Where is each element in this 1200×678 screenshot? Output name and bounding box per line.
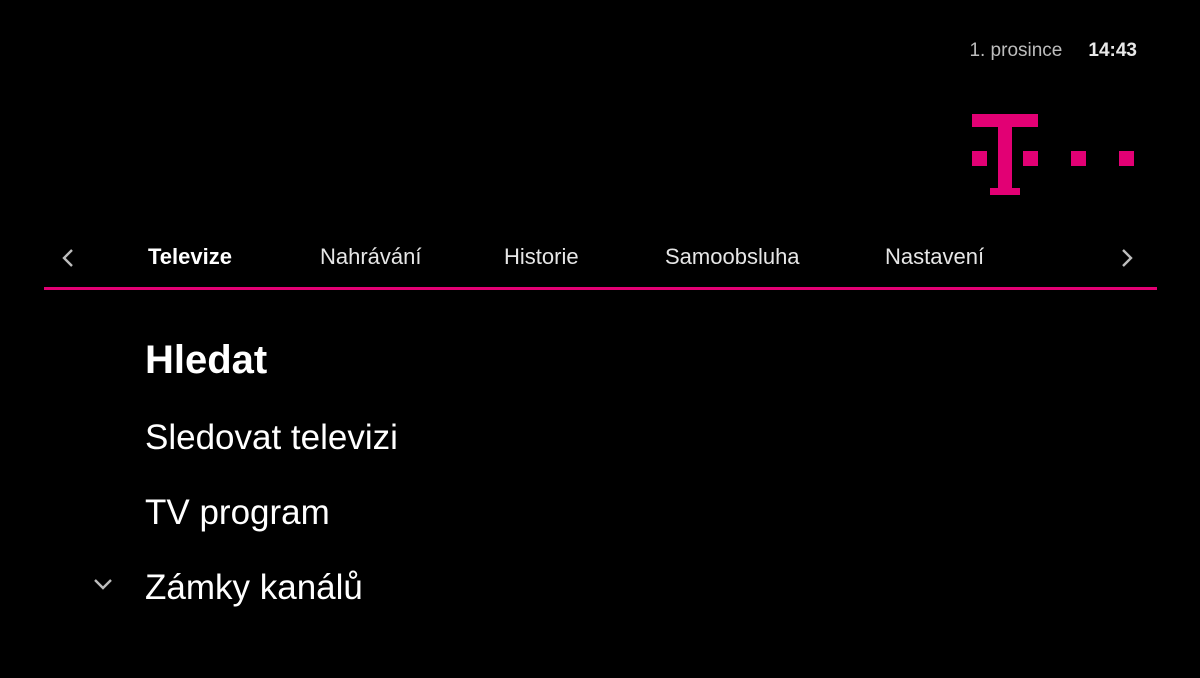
menu-item-zamky-kanalu[interactable]: Zámky kanálů — [145, 568, 363, 608]
date-label: 1. prosince — [969, 40, 1063, 61]
menu-item-hledat[interactable]: Hledat — [145, 338, 267, 383]
tab-samoobsluha[interactable]: Samoobsluha — [665, 244, 800, 270]
status-bar: 1. prosince 14:43 — [969, 40, 1137, 62]
menu-item-sledovat-televizi[interactable]: Sledovat televizi — [145, 418, 398, 458]
chevron-right-icon[interactable] — [1115, 246, 1139, 270]
tab-nastaveni[interactable]: Nastavení — [885, 244, 984, 270]
tab-nahravani[interactable]: Nahrávání — [320, 244, 422, 270]
tab-underline — [44, 287, 1157, 290]
chevron-down-icon[interactable] — [92, 573, 114, 595]
menu-item-tv-program[interactable]: TV program — [145, 493, 330, 533]
clock-label: 14:43 — [1088, 40, 1137, 61]
telekom-logo-icon — [972, 114, 1138, 196]
tab-televize[interactable]: Televize — [148, 244, 232, 270]
tab-historie[interactable]: Historie — [504, 244, 579, 270]
main-tab-bar: Televize Nahrávání Historie Samoobsluha … — [44, 240, 1157, 276]
chevron-left-icon[interactable] — [56, 246, 80, 270]
